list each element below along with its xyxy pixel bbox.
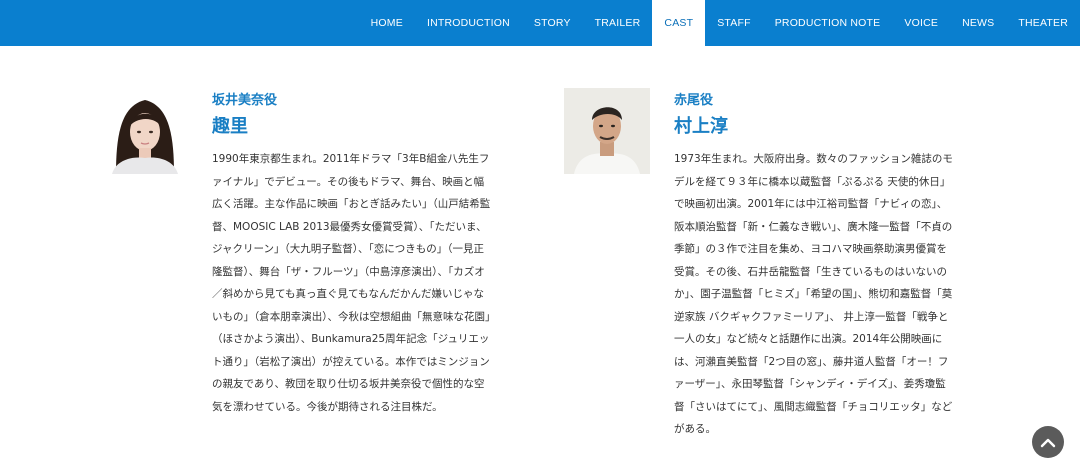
nav-cast[interactable]: CAST bbox=[652, 0, 706, 46]
nav-theater[interactable]: THEATER bbox=[1006, 0, 1080, 46]
cast-name: 村上淳 bbox=[674, 116, 728, 137]
nav-story[interactable]: STORY bbox=[522, 0, 583, 46]
scroll-top-button[interactable] bbox=[1032, 426, 1064, 458]
cast-photo bbox=[102, 88, 188, 174]
cast-role: 坂井美奈役 bbox=[212, 93, 278, 108]
cast-info: 坂井美奈役 趣里 1990年東京都生まれ。2011年ドラマ「3年B組金八先生ファ… bbox=[212, 92, 492, 418]
nav-news[interactable]: NEWS bbox=[950, 0, 1006, 46]
nav-home[interactable]: HOME bbox=[359, 0, 415, 46]
cast-info: 赤尾役 村上淳 1973年生まれ。大阪府出身。数々のファッション雑誌のモデルを経… bbox=[674, 92, 954, 441]
cast-name: 趣里 bbox=[212, 116, 248, 137]
nav-production-note[interactable]: PRODUCTION NOTE bbox=[763, 0, 893, 46]
nav-introduction[interactable]: INTRODUCTION bbox=[415, 0, 522, 46]
nav-trailer[interactable]: TRAILER bbox=[583, 0, 653, 46]
nav-voice[interactable]: VOICE bbox=[892, 0, 950, 46]
global-nav: HOME INTRODUCTION STORY TRAILER CAST STA… bbox=[0, 0, 1080, 46]
nav-staff[interactable]: STAFF bbox=[705, 0, 762, 46]
cast-bio: 1973年生まれ。大阪府出身。数々のファッション雑誌のモデルを経て９３年に橋本以… bbox=[674, 153, 953, 435]
cast-role: 赤尾役 bbox=[674, 93, 714, 108]
cast-photo bbox=[564, 88, 650, 174]
cast-bio: 1990年東京都生まれ。2011年ドラマ「3年B組金八先生ファイナル」でデビュー… bbox=[212, 153, 491, 413]
chevron-up-icon bbox=[1040, 433, 1056, 452]
